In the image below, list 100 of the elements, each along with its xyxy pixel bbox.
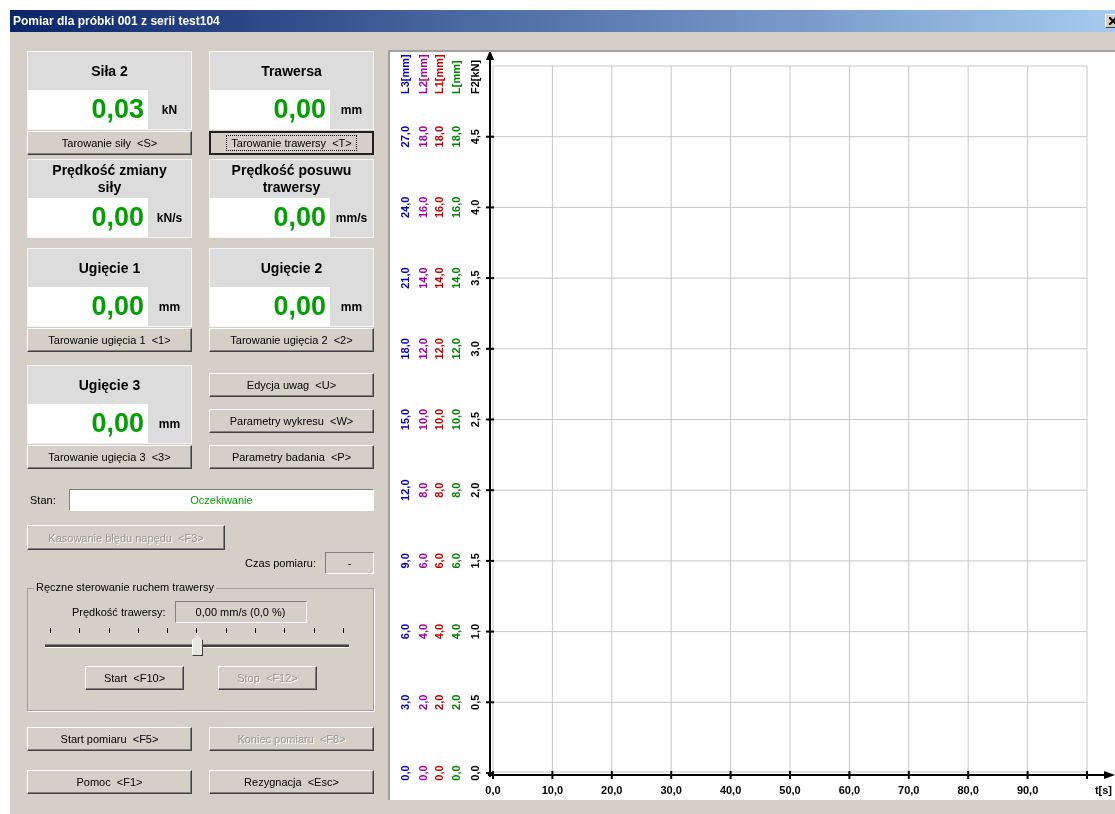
move-button[interactable]: Start <F10> [85, 666, 184, 690]
tick-label: 16,0 [450, 196, 462, 219]
tick-label: 6,0 [433, 553, 445, 569]
readout-title: Ugięcie 1 [77, 258, 142, 278]
readout-title: Ugięcie 3 [77, 375, 142, 395]
tick-label: 2,0 [417, 694, 429, 710]
readout-unit: mm [339, 101, 364, 119]
speed-label: Prędkość trawersy: [72, 606, 166, 618]
readout-value: 0,00 [28, 287, 148, 326]
tick-label: 24,0 [399, 196, 411, 219]
tick-label: 12,0 [433, 338, 445, 360]
tick-label: 18,0 [433, 126, 445, 148]
readout-value: 0,00 [210, 198, 330, 237]
readout-title: Ugięcie 2 [259, 258, 324, 278]
tick-label: 14,0 [417, 267, 429, 289]
tick-label: 12,0 [399, 479, 411, 501]
tick-label: 3,5 [469, 270, 481, 286]
tick-label: 6,0 [417, 553, 429, 569]
readout-value: 0,03 [28, 90, 148, 129]
dialog-button[interactable]: Pomoc <F1> [27, 770, 192, 794]
readout-value: 0,00 [28, 404, 148, 443]
dialog-button[interactable]: Rezygnacja <Esc> [209, 770, 374, 794]
tick-label: 0,0 [469, 765, 481, 781]
tick-label: 70,0 [898, 784, 920, 796]
tick-label: 2,0 [433, 694, 445, 710]
readout-unit: mm/s [334, 209, 369, 227]
readout-value: 0,00 [28, 198, 148, 237]
readout-unit: kN [160, 101, 179, 119]
readout-unit: mm [157, 298, 182, 316]
tick-label: 1,0 [469, 623, 481, 640]
axis-title: t[s] [1094, 784, 1112, 796]
dialog-button[interactable]: Edycja uwag <U> [209, 373, 374, 397]
dialog-button[interactable]: Start pomiaru <F5> [27, 727, 192, 751]
speed-slider[interactable] [45, 628, 349, 656]
readout-value: 0,00 [210, 90, 330, 129]
readout-unit: mm [157, 415, 182, 433]
readout-title: Prędkość zmiany siły [51, 161, 168, 197]
window-title: Pomiar dla próbki 001 z serii test104 [12, 14, 220, 28]
tick-label: 4,0 [433, 623, 445, 640]
tick-label: 10,0 [541, 784, 564, 796]
tick-label: 10,0 [433, 408, 445, 431]
tick-label: 2,0 [469, 482, 481, 498]
tick-label: 2,5 [469, 411, 481, 428]
tare-button[interactable]: Tarowanie ugięcia 1 <1> [27, 328, 192, 352]
tick-label: 90,0 [1016, 784, 1039, 796]
tick-label: 0,0 [399, 765, 411, 781]
axis-title: L1[mm] [433, 54, 445, 94]
tick-label: 4,0 [417, 623, 429, 640]
tick-label: 4,0 [469, 199, 481, 216]
status-field: Oczekiwanie [69, 489, 374, 511]
dialog-button[interactable]: Parametry badania <P> [209, 445, 374, 469]
tick-label: 16,0 [417, 196, 429, 219]
tick-label: 9,0 [399, 553, 411, 569]
speed-field: 0,00 mm/s (0,0 %) [174, 601, 307, 623]
tick-label: 18,0 [417, 126, 429, 148]
tick-label: 14,0 [433, 267, 445, 289]
tick-label: 8,0 [450, 482, 462, 498]
tick-label: 27,0 [399, 126, 411, 148]
tick-label: 0,5 [469, 694, 481, 710]
measurement-time-field: - [325, 552, 374, 574]
tick-label: 40,0 [719, 784, 742, 796]
status-label: Stan: [29, 494, 57, 506]
readout-value: 0,00 [210, 287, 330, 326]
tick-label: 30,0 [660, 784, 682, 796]
axis-title: F2[kN] [469, 59, 481, 94]
tick-label: 20,0 [601, 784, 623, 796]
tick-label: 10,0 [417, 408, 429, 431]
measurement-time-label: Czas pomiaru: [245, 557, 316, 569]
tick-label: 0,0 [450, 765, 462, 781]
readout-unit: mm [339, 298, 364, 316]
tare-button[interactable]: Tarowanie ugięcia 2 <2> [209, 328, 374, 352]
tare-button[interactable]: Tarowanie trawersy <T> [209, 131, 374, 155]
readout-unit: kN/s [155, 209, 184, 227]
tick-label: 18,0 [399, 338, 411, 360]
tick-label: 0,0 [433, 765, 445, 781]
slider-thumb[interactable] [192, 635, 203, 656]
tick-label: 1,5 [469, 553, 481, 569]
tick-label: 8,0 [417, 482, 429, 498]
tare-button[interactable]: Tarowanie ugięcia 3 <3> [27, 445, 192, 469]
tick-label: 0,0 [485, 784, 501, 796]
tick-label: 80,0 [957, 784, 979, 796]
tick-label: 10,0 [450, 408, 462, 431]
group-title: Ręczne sterowanie ruchem trawersy [34, 581, 216, 593]
axis-title: L2[mm] [417, 54, 429, 94]
tick-label: 12,0 [450, 338, 462, 360]
tick-label: 6,0 [450, 553, 462, 569]
readout-title: Trawersa [260, 61, 323, 81]
tare-button[interactable]: Tarowanie siły <S> [27, 131, 192, 155]
axis-title: L[mm] [450, 60, 462, 94]
tick-label: 8,0 [433, 482, 445, 498]
tick-label: 2,0 [450, 694, 462, 710]
tick-label: 4,0 [450, 623, 462, 640]
tick-label: 15,0 [399, 408, 411, 431]
tick-label: 16,0 [433, 196, 445, 219]
tick-label: 4,5 [469, 129, 481, 145]
tick-label: 50,0 [779, 784, 801, 796]
tick-label: 21,0 [399, 267, 411, 289]
close-icon [1109, 17, 1115, 25]
tick-label: 3,0 [469, 341, 481, 357]
dialog-button[interactable]: Parametry wykresu <W> [209, 409, 374, 433]
